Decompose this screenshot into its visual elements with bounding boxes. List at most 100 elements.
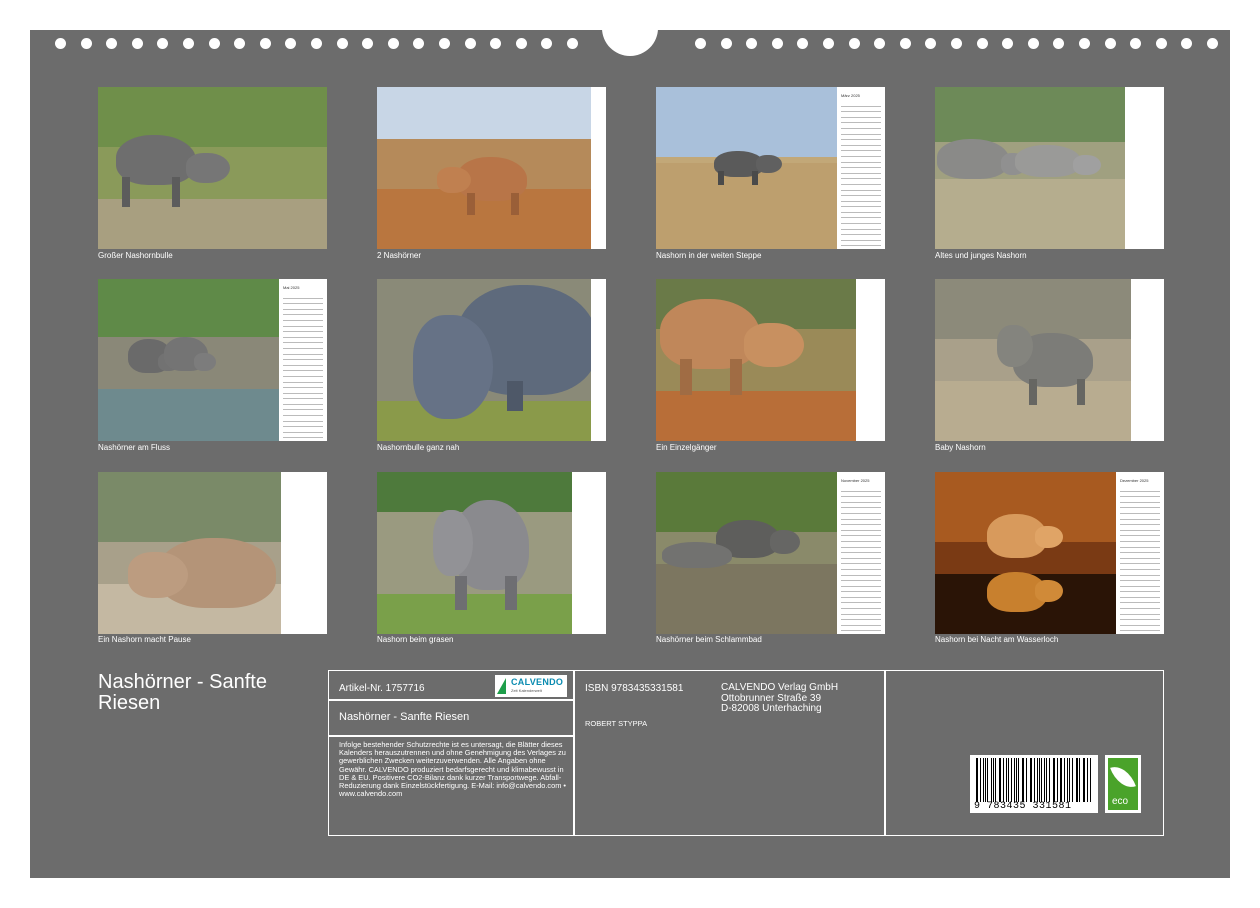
binding-hole — [925, 38, 937, 49]
binding-hole — [746, 38, 758, 49]
binding-hole — [1002, 38, 1014, 49]
binding-hole — [1207, 38, 1218, 49]
barcode-bar — [1006, 758, 1008, 802]
barcode-bar — [1071, 758, 1073, 802]
binding-hole — [797, 38, 809, 49]
binding-hole — [848, 38, 860, 49]
thumbnail-caption: Nashorn beim grasen — [377, 635, 454, 644]
barcode-bar — [995, 758, 997, 802]
hanger-cutout — [602, 28, 658, 56]
month-thumbnail — [98, 472, 327, 634]
binding-hole — [515, 38, 527, 49]
calvendo-mark-icon — [497, 678, 506, 694]
barcode-bar — [1053, 758, 1055, 802]
binding-hole — [823, 38, 834, 49]
rhino-photo — [377, 279, 591, 441]
day-lines — [1120, 486, 1160, 634]
month-calendar: März 2025 — [841, 93, 881, 249]
barcode-bar — [1010, 758, 1012, 802]
thumbnail-caption: Ein Nashorn macht Pause — [98, 635, 191, 644]
binding-hole — [157, 38, 169, 49]
binding-hole — [362, 38, 374, 49]
legal-notice: Infolge bestehender Schutzrechte ist es … — [339, 740, 566, 799]
binding-hole — [285, 38, 297, 49]
month-calendar: Mai 2025 — [283, 285, 323, 441]
publisher-name: CALVENDO Verlag GmbH — [721, 682, 839, 693]
day-line — [841, 246, 881, 249]
calvendo-logo: CALVENDO Zeit Kalenderwelt — [495, 675, 567, 697]
binding-hole — [464, 38, 476, 49]
barcode-bars — [976, 758, 1092, 802]
calendar-back-cover: Großer Nashornbulle 2 Nashörner März 202… — [30, 28, 1230, 878]
day-line — [841, 631, 881, 634]
day-lines — [841, 486, 881, 634]
barcode-number: 9 783435 331581 — [974, 801, 1072, 812]
binding-hole — [106, 38, 118, 49]
barcode-bar — [1017, 758, 1019, 802]
binding-hole — [336, 38, 348, 49]
month-thumbnail — [377, 87, 606, 249]
barcode-bar — [1090, 758, 1092, 802]
binding-hole — [976, 38, 988, 49]
month-calendar-title: November 2025 — [841, 478, 870, 483]
thumbnail-caption: Baby Nashorn — [935, 443, 986, 452]
binding-hole — [413, 38, 425, 49]
rhino-photo — [935, 87, 1125, 249]
eco-badge: eco — [1105, 755, 1141, 813]
binding-hole — [951, 38, 962, 49]
leaf-icon — [1110, 761, 1136, 793]
day-line — [283, 438, 323, 441]
barcode-bar — [1061, 758, 1063, 802]
calvendo-logo-text: CALVENDO — [511, 677, 564, 687]
month-thumbnail: Mai 2025 — [98, 279, 327, 441]
barcode-bar — [1030, 758, 1032, 802]
thumbnail-caption: Nashornbulle ganz nah — [377, 443, 460, 452]
month-thumbnail — [935, 279, 1164, 441]
barcode-bar — [987, 758, 989, 802]
publisher-address: CALVENDO Verlag GmbH Ottobrunner Straße … — [721, 682, 839, 715]
month-calendar-title: Dezember 2025 — [1120, 478, 1149, 483]
thumbnail-caption: 2 Nashörner — [377, 251, 422, 260]
binding-hole — [1079, 38, 1090, 49]
binding-hole — [490, 38, 502, 49]
thumbnail-caption: Nashörner am Fluss — [98, 443, 171, 452]
binding-hole — [55, 38, 66, 49]
day-lines — [841, 101, 881, 249]
thumbnail-caption: Altes und junges Nashorn — [935, 251, 1027, 260]
binding-hole — [1181, 38, 1193, 49]
binding-hole — [720, 38, 732, 49]
binding-hole — [387, 38, 399, 49]
isbn: ISBN 9783435331581 — [585, 683, 684, 694]
barcode-bar — [1044, 758, 1046, 802]
binding-hole — [1053, 38, 1065, 49]
barcode-bar — [1033, 758, 1035, 802]
barcode-bar — [1023, 758, 1025, 802]
rhino-photo — [656, 472, 837, 634]
month-thumbnail — [377, 279, 606, 441]
binding-hole — [1130, 38, 1142, 49]
binding-hole — [567, 38, 578, 49]
calendar-title: Nashörner - Sanfte Riesen — [98, 671, 267, 714]
month-calendar: November 2025 — [841, 478, 881, 634]
binding-hole — [234, 38, 246, 49]
binding-hole — [695, 38, 706, 49]
month-thumbnail — [935, 87, 1164, 249]
day-line — [1120, 631, 1160, 634]
rhino-photo — [98, 279, 279, 441]
month-thumbnail: März 2025 — [656, 87, 885, 249]
binding-hole — [1104, 38, 1116, 49]
rhino-photo — [98, 87, 327, 249]
rhino-photo — [935, 279, 1131, 441]
thumbnail-caption: Ein Einzelgänger — [656, 443, 717, 452]
thumbnail-caption: Nashorn bei Nacht am Wasserloch — [935, 635, 1059, 644]
thumbnail-caption: Nashorn in der weiten Steppe — [656, 251, 762, 260]
binding-hole — [1027, 38, 1039, 49]
rhino-photo — [98, 472, 281, 634]
binding-hole — [541, 38, 553, 49]
thumbnail-caption: Großer Nashornbulle — [98, 251, 173, 260]
binding-hole — [899, 38, 911, 49]
barcode-bar — [992, 758, 994, 802]
binding-hole — [439, 38, 450, 49]
binding-hole — [1155, 38, 1167, 49]
rhino-photo — [656, 279, 856, 441]
